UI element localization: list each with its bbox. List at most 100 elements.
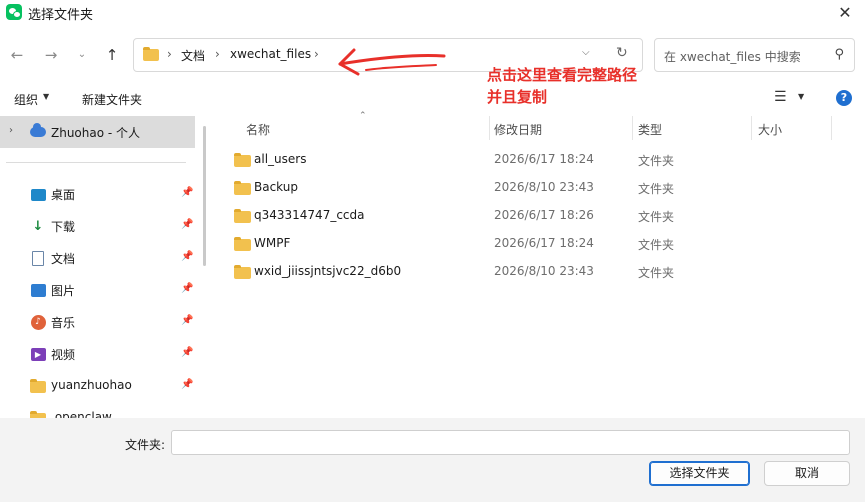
file-modified: 2026/8/10 23:43 (494, 264, 594, 278)
cloud-icon (30, 123, 46, 137)
wechat-app-icon (6, 4, 22, 20)
column-divider[interactable] (489, 116, 490, 140)
sidebar-item-label: Zhuohao - 个人 (51, 126, 141, 140)
sidebar-item-label: 音乐 (51, 316, 76, 330)
file-row[interactable]: WMPF 2026/6/17 18:24 文件夹 (212, 230, 852, 258)
organize-button[interactable]: 组织 (14, 91, 38, 108)
new-folder-button[interactable]: 新建文件夹 (82, 91, 142, 108)
back-button[interactable]: ← (4, 43, 30, 67)
annotation-line-1: 点击这里查看完整路径 (487, 66, 638, 84)
download-icon: ↓ (32, 218, 44, 234)
video-icon: ▶ (30, 347, 46, 361)
column-divider[interactable] (751, 116, 752, 140)
file-modified: 2026/6/17 18:26 (494, 208, 594, 222)
column-divider[interactable] (831, 116, 832, 140)
file-row[interactable]: wxid_jiissjntsjvc22_d6b0 2026/8/10 23:43… (212, 258, 852, 286)
file-type: 文件夹 (638, 182, 675, 196)
music-icon: ♪ (30, 314, 46, 330)
column-header-name[interactable]: 名称 (246, 114, 486, 142)
window-title: 选择文件夹 (28, 8, 94, 23)
file-modified: 2026/6/17 18:24 (494, 152, 594, 166)
command-bar: 组织 ▼ 新建文件夹 ☰ ▼ ? (0, 86, 865, 112)
file-modified: 2026/8/10 23:43 (494, 180, 594, 194)
search-placeholder: 在 xwechat_files 中搜索 (664, 50, 801, 64)
pin-icon: 📌 (181, 379, 194, 390)
file-row[interactable]: all_users 2026/6/17 18:24 文件夹 (212, 146, 852, 174)
sidebar-item-label: 桌面 (51, 188, 76, 202)
sidebar-item-label: 下载 (51, 220, 76, 234)
sidebar-item-yuanzhuohao[interactable]: yuanzhuohao 📌 (0, 372, 200, 400)
cancel-button[interactable]: 取消 (764, 461, 850, 486)
sidebar-item-documents[interactable]: 文档 📌 (0, 244, 200, 272)
file-name: all_users (254, 152, 307, 166)
pin-icon: 📌 (181, 315, 194, 326)
pin-icon: 📌 (181, 219, 194, 230)
file-type: 文件夹 (638, 154, 675, 168)
breadcrumb-xwechat-files[interactable]: xwechat_files (230, 47, 311, 61)
up-button[interactable]: ↑ (99, 43, 125, 67)
column-header-modified[interactable]: 修改日期 (494, 114, 630, 142)
sidebar-item-videos[interactable]: ▶ 视频 📌 (0, 340, 200, 368)
desktop-icon (30, 189, 46, 201)
file-name: wxid_jiissjntsjvc22_d6b0 (254, 264, 402, 278)
pin-icon: 📌 (181, 283, 194, 294)
breadcrumb-documents[interactable]: 文档 (181, 47, 205, 64)
folder-icon (234, 209, 251, 223)
sidebar-item-desktop[interactable]: 桌面 📌 (0, 180, 200, 208)
folder-icon (30, 379, 46, 393)
file-name: Backup (254, 180, 298, 194)
navigation-pane: › Zhuohao - 个人 桌面 📌 ↓ 下载 📌 文档 📌 图片 📌 ♪ 音… (0, 114, 211, 418)
dialog-footer: 文件夹: 选择文件夹 取消 (0, 418, 865, 502)
divider (6, 162, 186, 163)
sidebar-item-label: 视频 (51, 348, 76, 362)
annotation-arrow (338, 48, 446, 76)
recent-locations-chevron-icon[interactable]: ⌄ (69, 43, 95, 67)
help-icon[interactable]: ? (836, 90, 852, 106)
file-name: q343314747_ccda (254, 208, 365, 222)
folder-icon (234, 237, 251, 251)
pin-icon: 📌 (181, 187, 194, 198)
title-bar: 选择文件夹 ✕ (0, 0, 865, 26)
folder-icon (234, 153, 251, 167)
search-icon[interactable]: ⚲ (834, 47, 844, 62)
file-type: 文件夹 (638, 238, 675, 252)
folder-icon (234, 265, 251, 279)
sidebar-item-label: 图片 (51, 284, 76, 298)
column-divider[interactable] (632, 116, 633, 140)
sidebar-item-openclaw[interactable]: .openclaw (0, 404, 200, 418)
pin-icon: 📌 (181, 347, 194, 358)
folder-field[interactable] (171, 430, 850, 455)
pictures-icon (30, 283, 46, 297)
close-button[interactable]: ✕ (831, 1, 859, 25)
address-dropdown-icon[interactable]: ⌵ (582, 47, 590, 58)
sidebar-item-pictures[interactable]: 图片 📌 (0, 276, 200, 304)
column-header-type[interactable]: 类型 (638, 114, 748, 142)
refresh-icon[interactable]: ↻ (616, 45, 628, 61)
file-list: ⌃ 名称 修改日期 类型 大小 all_users 2026/6/17 18:2… (212, 111, 865, 418)
file-type: 文件夹 (638, 210, 675, 224)
chevron-right-icon[interactable]: › (9, 125, 13, 136)
folder-icon (143, 47, 159, 61)
chevron-down-icon[interactable]: ▼ (798, 92, 804, 101)
sidebar-item-downloads[interactable]: ↓ 下载 📌 (0, 212, 200, 240)
column-header-size[interactable]: 大小 (758, 114, 828, 142)
sidebar-item-music[interactable]: ♪ 音乐 📌 (0, 308, 200, 336)
breadcrumb-separator-icon: › (314, 47, 319, 61)
forward-button[interactable]: → (38, 43, 64, 67)
view-options-icon[interactable]: ☰ (774, 89, 787, 105)
file-row[interactable]: q343314747_ccda 2026/6/17 18:26 文件夹 (212, 202, 852, 230)
select-folder-button[interactable]: 选择文件夹 (649, 461, 750, 486)
sidebar-item-label: yuanzhuohao (51, 378, 132, 392)
file-name: WMPF (254, 236, 291, 250)
sidebar-item-onedrive[interactable]: › Zhuohao - 个人 (0, 116, 195, 148)
file-modified: 2026/6/17 18:24 (494, 236, 594, 250)
sidebar-item-label: .openclaw (51, 410, 112, 418)
file-row[interactable]: Backup 2026/8/10 23:43 文件夹 (212, 174, 852, 202)
file-type: 文件夹 (638, 266, 675, 280)
chevron-down-icon[interactable]: ▼ (43, 92, 49, 101)
sidebar-scrollbar[interactable] (203, 126, 206, 266)
breadcrumb-separator-icon: › (167, 47, 172, 61)
document-icon (32, 250, 44, 266)
folder-icon (234, 181, 251, 195)
breadcrumb-separator-icon: › (215, 47, 220, 61)
